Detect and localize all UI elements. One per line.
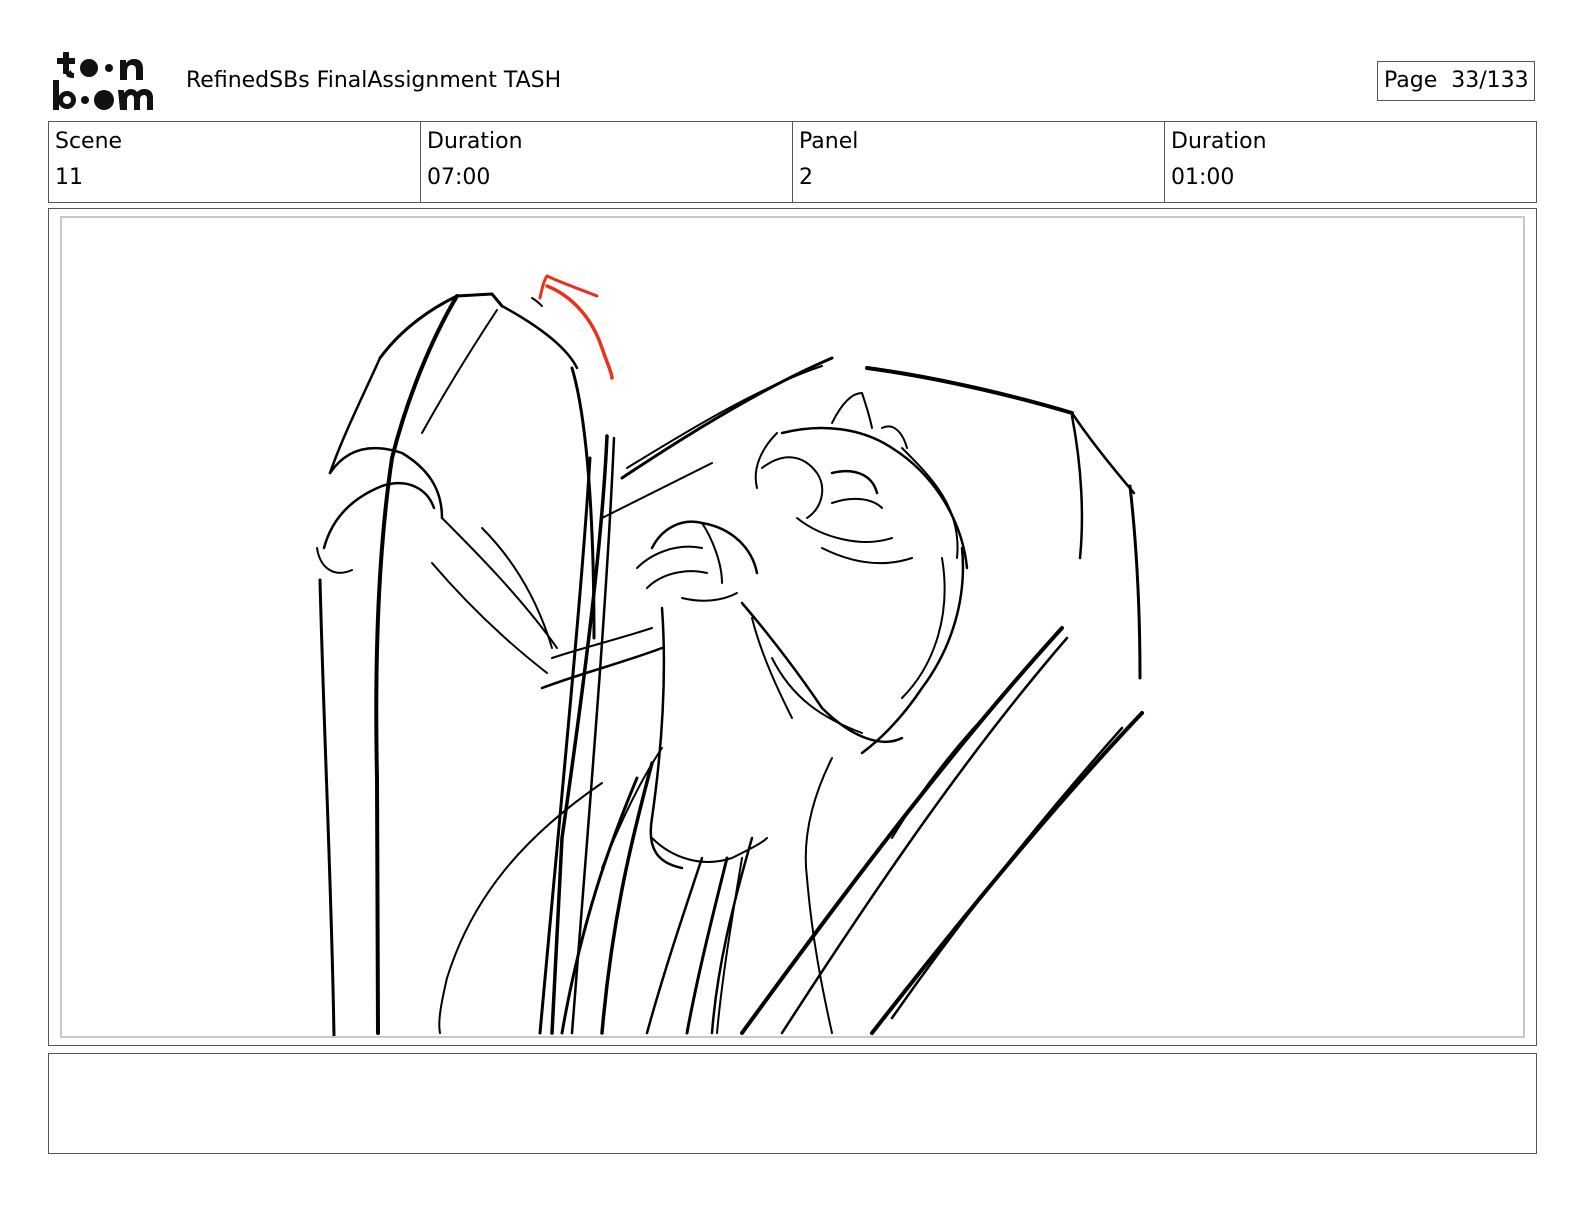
panel-notes [48,1053,1537,1154]
panel-value: 2 [799,165,813,190]
scene-duration-label: Duration [427,129,523,154]
scene-duration-cell: Duration 07:00 [421,122,793,202]
scene-value: 11 [55,165,83,190]
document-title: RefinedSBs FinalAssignment TASH [186,68,562,93]
toon-boom-logo [52,50,164,112]
panel-duration-value: 01:00 [1171,165,1235,190]
page-indicator: Page 33/133 [1377,61,1535,101]
panel-duration-cell: Duration 01:00 [1165,122,1536,202]
panel-info-row: Scene 11 Duration 07:00 Panel 2 Duration… [48,121,1537,203]
rotation-arrow-icon [538,274,614,380]
panel-label: Panel [799,129,859,154]
scene-duration-value: 07:00 [427,165,491,190]
page-number: 33/133 [1451,68,1529,93]
panel-image [60,216,1525,1038]
scene-label: Scene [55,129,123,154]
scene-cell: Scene 11 [49,122,421,202]
panel-cell: Panel 2 [793,122,1165,202]
panel-duration-label: Duration [1171,129,1267,154]
page-label: Page [1384,68,1438,93]
storyboard-sketch [316,292,1144,1036]
